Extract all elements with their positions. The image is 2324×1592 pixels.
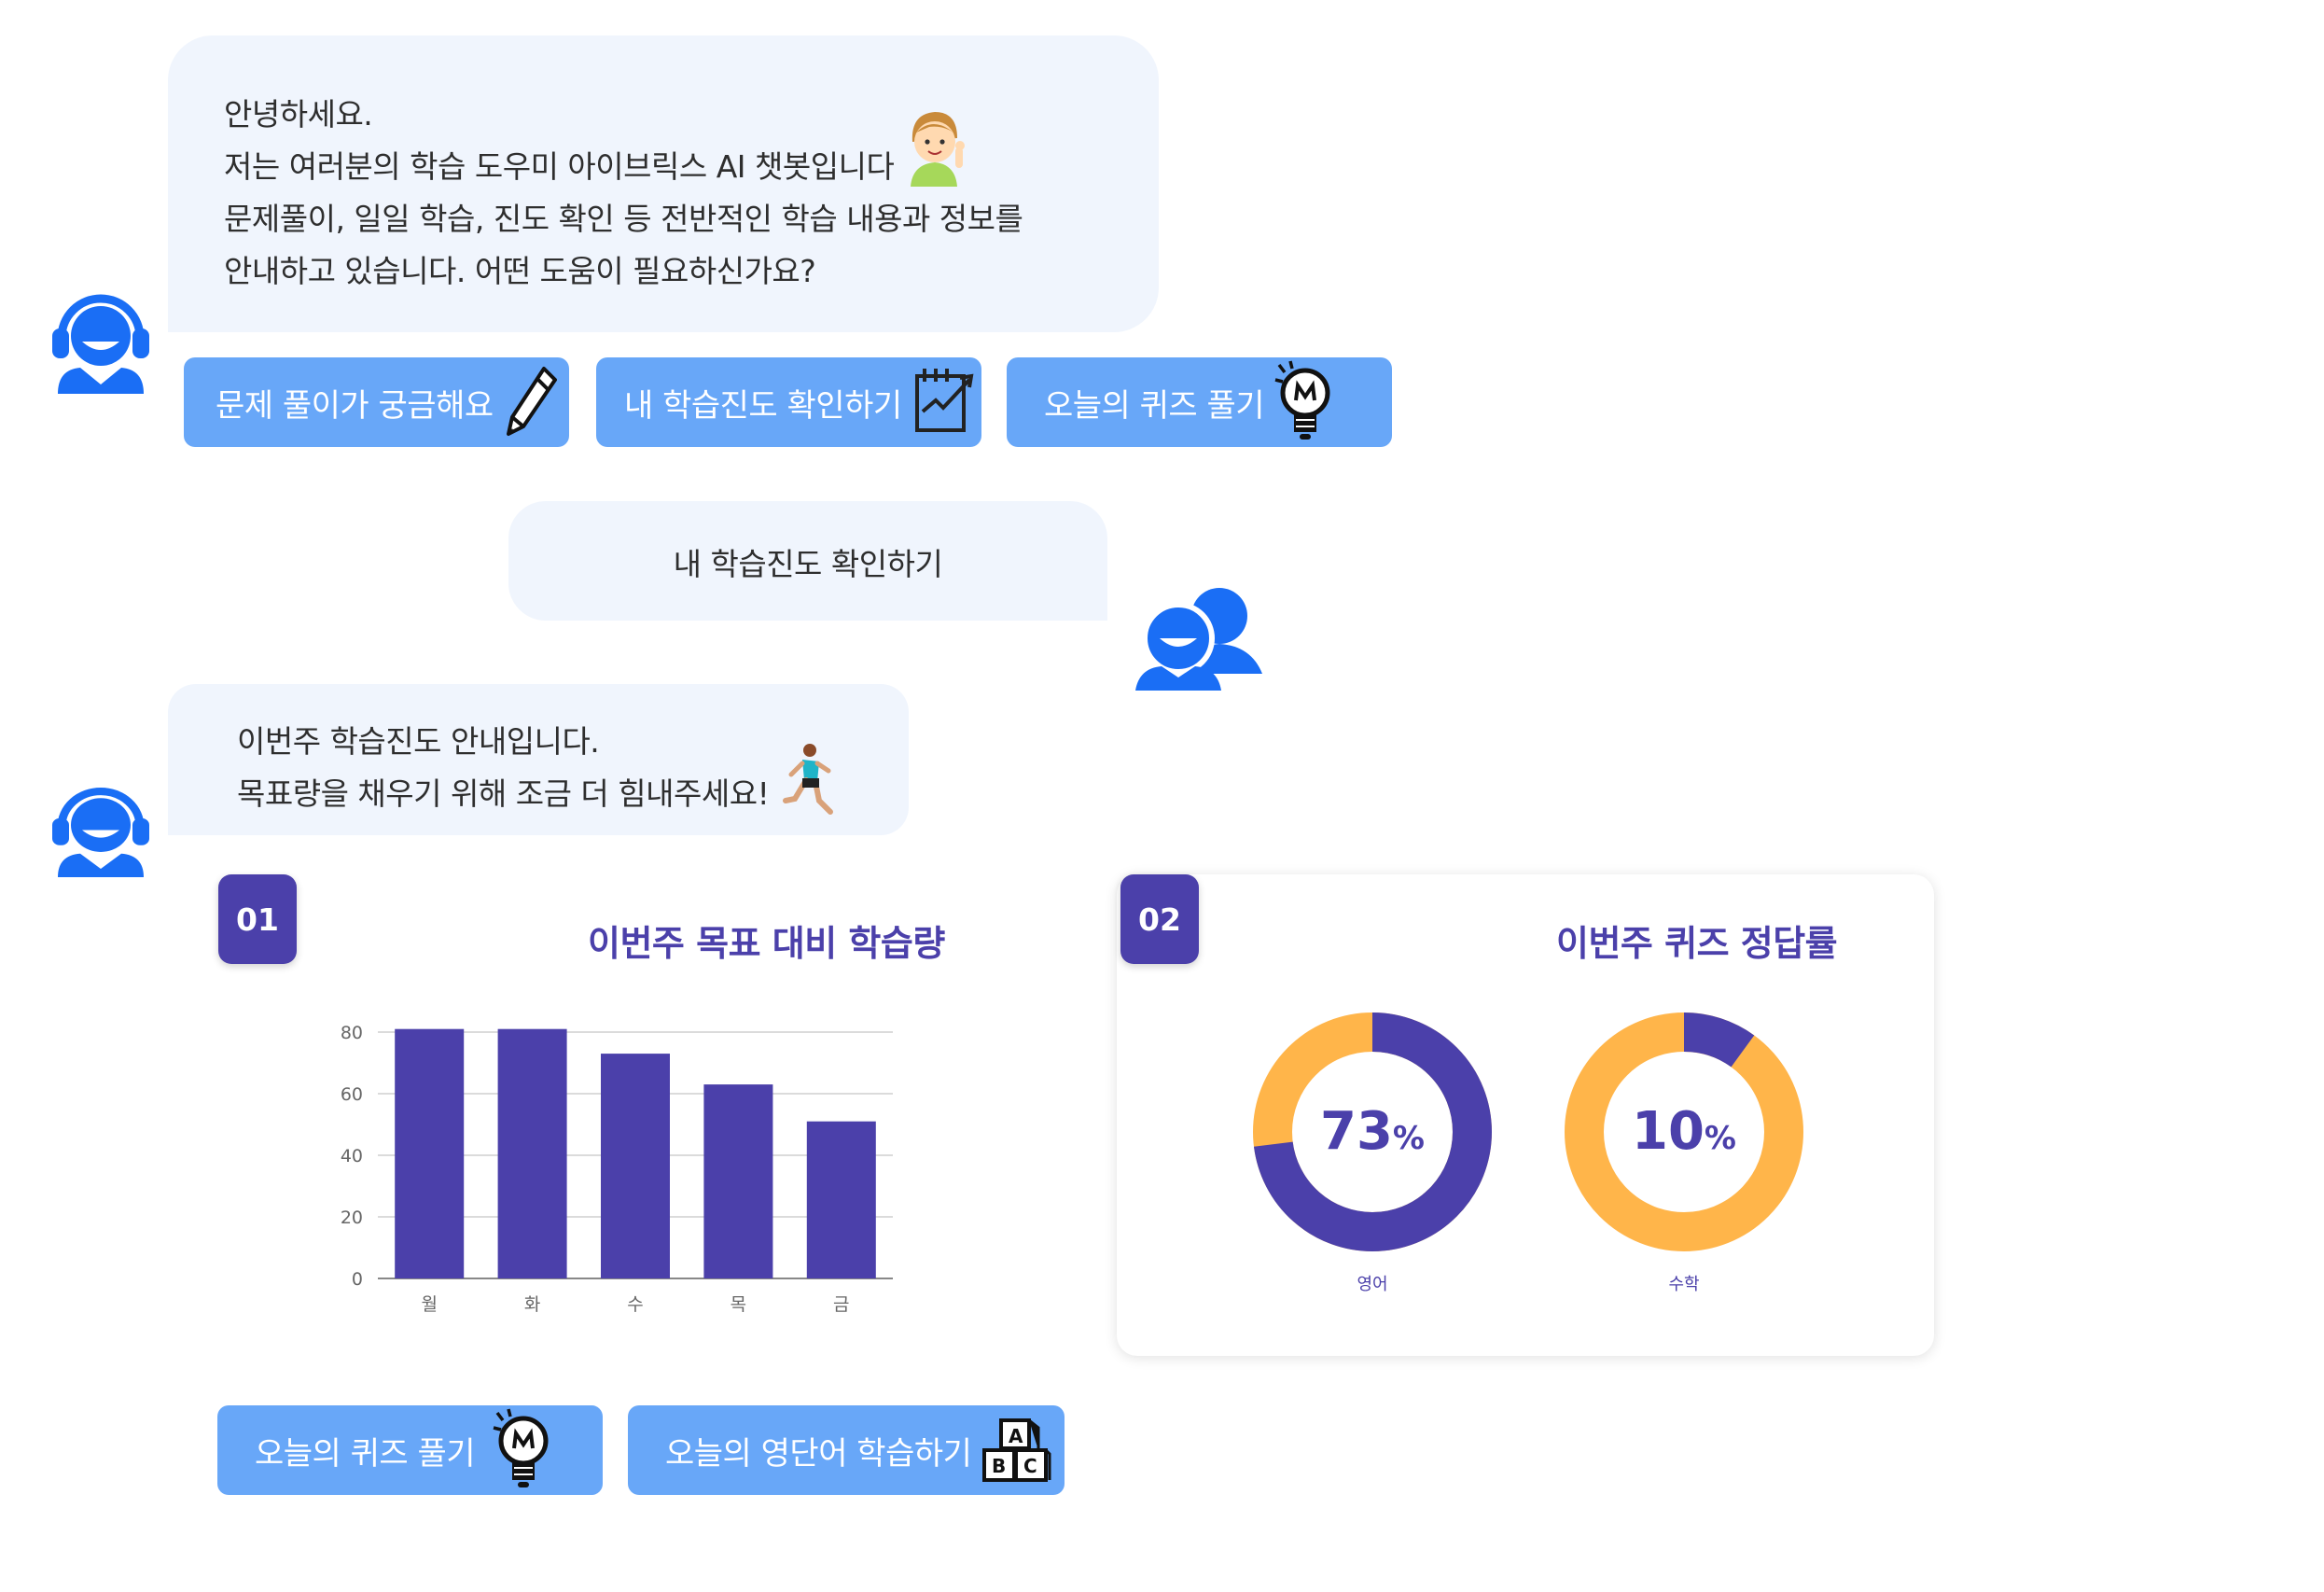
y-tick-label: 60 [341,1084,363,1105]
quick-reply-problem-solving[interactable]: 문제 풀이가 궁금해요 [184,357,569,447]
donut-math-unit: % [1704,1120,1736,1157]
y-tick-label: 40 [341,1146,363,1166]
donut-math: 10% [1562,1010,1806,1254]
x-tick-label: 화 [524,1294,540,1315]
svg-text:B: B [992,1455,1006,1477]
quick-reply-today-quiz[interactable]: 오늘의 퀴즈 풀기 [1007,357,1392,447]
quick-reply-vocab[interactable]: 오늘의 영단어 학습하기 A B C [628,1405,1065,1495]
pencil-icon [503,363,559,450]
bot-avatar-2 [49,775,153,877]
quick-reply-label: 오늘의 영단어 학습하기 [665,1434,972,1473]
quick-reply-label: 오늘의 퀴즈 풀기 [1044,386,1265,425]
panel-quiz-badge: 02 [1120,874,1199,964]
user-avatar [1135,580,1266,691]
donut-english-label: 영어 [1357,1275,1388,1294]
panel-weekly-title: 이번주 목표 대비 학습량 [588,923,945,964]
teacher-character-icon [901,105,976,187]
lightbulb-icon [1270,359,1335,452]
bot-greeting-line-1: 안녕하세요. [224,96,373,133]
panel-quiz-title: 이번주 퀴즈 정답률 [1556,923,1838,964]
abc-blocks-icon: A B C [981,1417,1051,1492]
y-tick-label: 0 [352,1269,363,1290]
quick-reply-check-progress[interactable]: 내 학습진도 확인하기 [596,357,981,447]
svg-text:A: A [1009,1425,1023,1447]
bar-1 [395,1028,465,1278]
user-message-text: 내 학습진도 확인하기 [673,546,943,582]
bot-progress-line-1: 이번주 학습진도 안내입니다. [237,723,600,760]
donut-english: 73% [1250,1010,1495,1254]
bot-greeting-line-4: 안내하고 있습니다. 어떤 도움이 필요하신가요? [224,253,816,289]
x-tick-label: 수 [627,1294,643,1315]
lightbulb-icon [488,1407,553,1500]
x-tick-label: 금 [833,1294,849,1315]
bar-2 [497,1028,567,1278]
x-tick-label: 월 [421,1294,437,1315]
bot-greeting-line-3: 문제풀이, 일일 학습, 진도 확인 등 전반적인 학습 내용과 정보를 [224,201,1023,237]
svg-text:C: C [1023,1455,1037,1477]
bot-avatar-1 [49,280,153,394]
bar-4 [703,1084,773,1278]
quick-reply-label: 오늘의 퀴즈 풀기 [255,1434,476,1473]
donut-english-unit: % [1392,1120,1425,1157]
runner-icon [780,743,836,819]
x-tick-label: 목 [731,1294,746,1315]
panel-weekly-badge: 01 [218,874,297,964]
bot-greeting-line-2: 저는 여러분의 학습 도우미 아이브릭스 AI 챗봇입니다 [224,148,895,185]
bar-3 [601,1054,670,1278]
y-tick-label: 80 [341,1023,363,1043]
quick-reply-today-quiz-2[interactable]: 오늘의 퀴즈 풀기 [217,1405,603,1495]
progress-chart-icon [912,365,977,444]
quick-reply-label: 내 학습진도 확인하기 [624,386,902,425]
bar-5 [806,1121,876,1278]
donut-english-value: 73 [1319,1101,1393,1162]
y-tick-label: 20 [341,1208,363,1228]
donut-math-label: 수학 [1668,1275,1700,1294]
quick-reply-label: 문제 풀이가 궁금해요 [216,386,494,425]
donut-math-value: 10 [1631,1101,1705,1162]
bot-progress-line-2: 목표량을 채우기 위해 조금 더 힘내주세요! [237,775,770,812]
weekly-bar-chart: 0 20 40 60 80 월 화 수 목 금 [341,1023,893,1315]
